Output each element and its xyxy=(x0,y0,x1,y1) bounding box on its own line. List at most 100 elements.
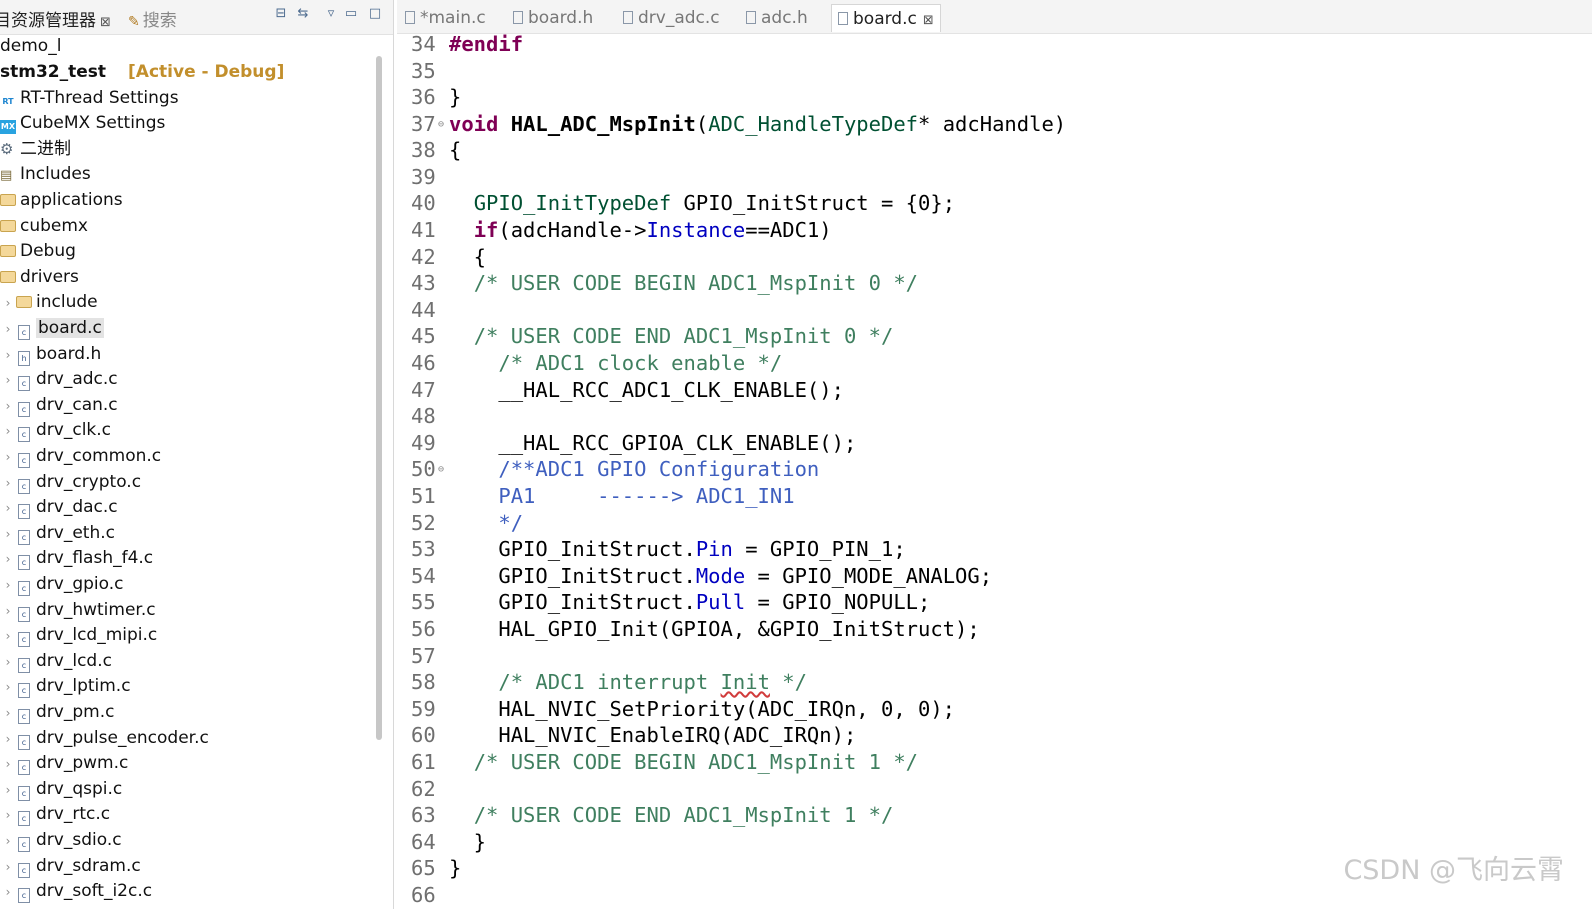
tree-item-applications[interactable]: applications xyxy=(0,188,123,213)
c-file-icon: c xyxy=(18,683,30,698)
tree-item-file[interactable]: › c drv_lcd_mipi.c xyxy=(0,623,157,648)
tree-item-cubemx-settings[interactable]: MX CubeMX Settings xyxy=(0,111,165,136)
tree-item-file[interactable]: › c drv_sdram.c xyxy=(0,854,141,879)
tab-drv-adc-c[interactable]: drv_adc.c xyxy=(617,4,726,32)
collapse-all-icon[interactable]: ⊟ xyxy=(272,5,290,23)
tab-main-c[interactable]: *main.c xyxy=(399,4,492,32)
chevron-right-icon[interactable]: › xyxy=(0,394,16,419)
tree-item-file[interactable]: › c drv_dac.c xyxy=(0,495,118,520)
tree-item-file[interactable]: › c drv_crypto.c xyxy=(0,470,141,495)
tree-item-board-h[interactable]: › h board.h xyxy=(0,342,101,367)
fold-icon[interactable]: ⊖ xyxy=(438,456,444,483)
tree-item-file[interactable]: › c drv_soft_i2c.c xyxy=(0,879,152,904)
tab-adc-h[interactable]: adc.h xyxy=(740,4,814,32)
tree-item-label: applications xyxy=(20,190,123,210)
chevron-right-icon[interactable]: › xyxy=(0,522,16,547)
tree-item-board-c[interactable]: › c board.c xyxy=(0,316,104,341)
tree-item-cubemx[interactable]: cubemx xyxy=(0,214,88,239)
line-number: 42 xyxy=(411,245,436,269)
chevron-right-icon[interactable]: › xyxy=(0,445,16,470)
tree-item-file[interactable]: › c drv_clk.c xyxy=(0,418,111,443)
chevron-right-icon[interactable]: › xyxy=(0,496,16,521)
chevron-right-icon[interactable]: › xyxy=(0,778,16,803)
tab-project-explorer[interactable]: 目资源管理器 ⊠ xyxy=(0,6,111,31)
chevron-right-icon[interactable]: › xyxy=(0,547,16,572)
chevron-right-icon[interactable]: › xyxy=(0,829,16,854)
chevron-right-icon[interactable]: › xyxy=(0,599,16,624)
code-text: __HAL_RCC_ADC1_CLK_ENABLE(); xyxy=(449,378,844,402)
tree-item-binaries[interactable]: ⚙ 二进制 xyxy=(0,137,71,162)
tree-item-file[interactable]: › c drv_lptim.c xyxy=(0,674,131,699)
chevron-right-icon[interactable]: › xyxy=(0,317,16,342)
tree-item-rt-thread-settings[interactable]: RT RT-Thread Settings xyxy=(0,86,178,111)
folder-icon xyxy=(0,194,16,206)
chevron-right-icon[interactable]: › xyxy=(0,752,16,777)
tree-item-debug[interactable]: Debug xyxy=(0,239,76,264)
tree-item-demo[interactable]: demo_l xyxy=(0,34,61,59)
chevron-right-icon[interactable]: › xyxy=(0,368,16,393)
minimize-icon[interactable]: ▭ xyxy=(342,5,360,23)
code-text: /* USER CODE END ADC1_MspInit 1 */ xyxy=(473,803,894,827)
tree-item-file[interactable]: › c drv_pm.c xyxy=(0,700,114,725)
chevron-right-icon[interactable]: › xyxy=(0,624,16,649)
tree-item-file[interactable]: › c drv_lcd.c xyxy=(0,649,112,674)
code-area[interactable]: 34 #endif 35 36} 37 ⊖ void HAL_ADC_MspInit(… xyxy=(397,31,1592,909)
close-icon[interactable]: ⊠ xyxy=(923,13,934,28)
tree-item-file[interactable]: › c drv_gpio.c xyxy=(0,572,124,597)
tab-board-c[interactable]: board.c ⊠ xyxy=(831,4,941,32)
chevron-right-icon[interactable]: › xyxy=(0,803,16,828)
code-text: GPIO_InitStruct.Pull = GPIO_NOPULL; xyxy=(449,590,931,614)
tree-item-file[interactable]: › c drv_pulse_encoder.c xyxy=(0,726,209,751)
tree-item-file[interactable]: › c drv_sdio.c xyxy=(0,828,122,853)
tree-item-label: drv_pwm.c xyxy=(36,753,129,773)
tree-item-file[interactable]: › c drv_flash_f4.c xyxy=(0,546,153,571)
view-menu-icon[interactable]: ▿ xyxy=(322,5,340,23)
tree-item-file[interactable]: › c drv_can.c xyxy=(0,393,118,418)
tree-item-file[interactable]: › c drv_common.c xyxy=(0,444,161,469)
tree-item-file[interactable]: › c drv_hwtimer.c xyxy=(0,598,156,623)
c-file-icon xyxy=(405,11,415,24)
tree-item-label: drv_clk.c xyxy=(36,420,112,440)
c-file-icon: c xyxy=(18,811,30,826)
maximize-icon[interactable]: □ xyxy=(366,5,384,23)
chevron-right-icon[interactable]: › xyxy=(0,675,16,700)
chevron-right-icon[interactable]: › xyxy=(0,419,16,444)
chevron-right-icon[interactable]: › xyxy=(0,880,16,905)
tree-item-file[interactable]: › c drv_pwm.c xyxy=(0,751,128,776)
tab-search[interactable]: ✎ 搜索 xyxy=(128,6,177,31)
tree-item-label: stm32_test xyxy=(0,62,107,82)
tree-item-file[interactable]: › c drv_rtc.c xyxy=(0,802,110,827)
tree-item-file[interactable]: › c drv_eth.c xyxy=(0,521,115,546)
tree-item-includes[interactable]: ▤ Includes xyxy=(0,162,91,187)
c-file-icon: c xyxy=(18,786,30,801)
chevron-right-icon[interactable]: › xyxy=(0,701,16,726)
tree-item-file[interactable]: › c drv_adc.c xyxy=(0,367,118,392)
tree-item-project[interactable]: stm32_test [Active - Debug] xyxy=(0,60,284,85)
chevron-right-icon[interactable]: › xyxy=(0,343,16,368)
tree-item-include[interactable]: › include xyxy=(0,290,98,315)
chevron-right-icon[interactable]: › xyxy=(0,471,16,496)
tree-item-label: drv_rtc.c xyxy=(36,804,111,824)
tree-item-label: drv_lptim.c xyxy=(36,676,131,696)
explorer-scrollbar[interactable] xyxy=(376,56,382,740)
chevron-right-icon[interactable]: › xyxy=(0,291,16,316)
chevron-right-icon[interactable]: › xyxy=(0,855,16,880)
cubemx-icon: MX xyxy=(0,120,16,134)
line-number: 37 xyxy=(411,112,436,136)
c-file-icon xyxy=(623,11,633,24)
chevron-right-icon[interactable]: › xyxy=(0,727,16,752)
chevron-right-icon[interactable]: › xyxy=(0,573,16,598)
tab-board-h[interactable]: board.h xyxy=(507,4,599,32)
chevron-right-icon[interactable]: › xyxy=(0,650,16,675)
code-text: HAL_GPIO_Init(GPIOA, &GPIO_InitStruct); xyxy=(449,617,980,641)
tree-item-label: drv_sdio.c xyxy=(36,830,122,850)
code-text: } xyxy=(449,830,487,854)
tree-item-drivers[interactable]: drivers xyxy=(0,265,79,290)
close-icon[interactable]: ⊠ xyxy=(100,15,111,30)
tree-item-file[interactable]: › c drv_qspi.c xyxy=(0,777,122,802)
link-with-editor-icon[interactable]: ⇆ xyxy=(294,5,312,23)
line-number: 45 xyxy=(411,324,436,348)
line-number: 56 xyxy=(411,617,436,641)
fold-icon[interactable]: ⊖ xyxy=(438,111,444,138)
line-number: 40 xyxy=(411,191,436,215)
